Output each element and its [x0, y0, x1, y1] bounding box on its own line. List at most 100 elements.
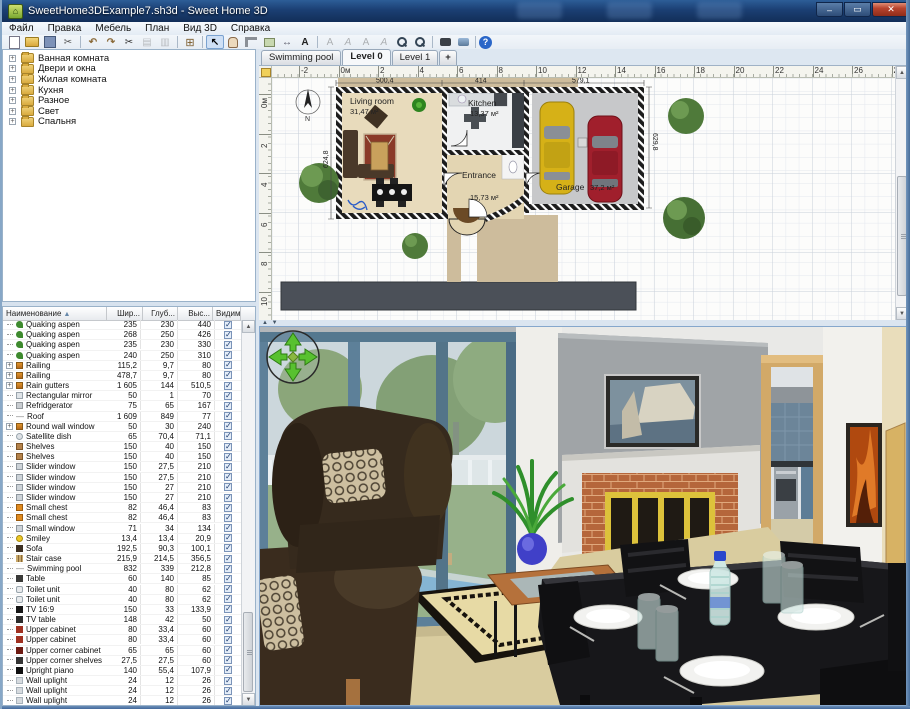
- table-row[interactable]: Satellite dish6570,471,1✓: [3, 432, 241, 442]
- visible-checkbox[interactable]: ✓: [224, 605, 232, 613]
- tab-swimming-pool[interactable]: Swimming pool: [261, 50, 341, 65]
- title-bar[interactable]: ⌂ SweetHome3DExample7.sh3d - Sweet Home …: [2, 0, 910, 22]
- save-file-icon[interactable]: [41, 35, 59, 49]
- scroll-down-icon[interactable]: ▼: [242, 693, 255, 706]
- expand-icon[interactable]: +: [9, 108, 16, 115]
- menu-план[interactable]: План: [138, 23, 176, 35]
- visible-checkbox[interactable]: ✓: [224, 361, 232, 369]
- visible-checkbox[interactable]: ✓: [224, 422, 232, 430]
- table-row[interactable]: Quaking aspen268250426✓: [3, 330, 241, 340]
- column-header-1[interactable]: Шир...: [107, 307, 143, 320]
- pan-icon[interactable]: [224, 35, 242, 49]
- visible-checkbox[interactable]: ✓: [224, 412, 232, 420]
- table-row[interactable]: Upper cabinet8033,460✓: [3, 625, 241, 635]
- table-row[interactable]: Smiley13,413,420,9✓: [3, 534, 241, 544]
- sidebar-category-двери-и-окна[interactable]: +Двери и окна: [3, 64, 255, 75]
- table-row[interactable]: +Railing478,79,780✓: [3, 371, 241, 381]
- scrollbar-thumb[interactable]: [243, 612, 253, 692]
- table-row[interactable]: Refridgerator7565167✓: [3, 401, 241, 411]
- expand-icon[interactable]: +: [9, 55, 16, 62]
- visible-checkbox[interactable]: ✓: [224, 483, 232, 491]
- sidebar-category-спальня[interactable]: +Спальня: [3, 117, 255, 128]
- column-header-3[interactable]: Выс...: [178, 307, 213, 320]
- visible-checkbox[interactable]: ✓: [224, 636, 232, 644]
- menu-мебель[interactable]: Мебель: [88, 23, 138, 35]
- table-row[interactable]: Table6014085✓: [3, 574, 241, 584]
- visible-checkbox[interactable]: ✓: [224, 677, 232, 685]
- menu-правка[interactable]: Правка: [41, 23, 89, 35]
- menu-справка[interactable]: Справка: [224, 23, 277, 35]
- menu-файл[interactable]: Файл: [2, 23, 41, 35]
- table-row[interactable]: Quaking aspen235230440✓: [3, 320, 241, 330]
- table-row[interactable]: Slider window15027,5210✓: [3, 473, 241, 483]
- select-icon[interactable]: ↖: [206, 35, 224, 49]
- create-photo-icon[interactable]: [436, 35, 454, 49]
- visible-checkbox[interactable]: ✓: [224, 443, 232, 451]
- table-row[interactable]: Shelves15040150✓: [3, 442, 241, 452]
- visible-checkbox[interactable]: ✓: [224, 463, 232, 471]
- table-row[interactable]: Wall uplight241226✓: [3, 686, 241, 696]
- table-row[interactable]: Wall uplight241226✓: [3, 696, 241, 706]
- 3d-view[interactable]: [259, 326, 908, 706]
- visible-checkbox[interactable]: ✓: [224, 585, 232, 593]
- visible-checkbox[interactable]: ✓: [224, 534, 232, 542]
- redo-icon[interactable]: ↷: [102, 35, 120, 49]
- table-row[interactable]: Small chest8246,483✓: [3, 513, 241, 523]
- visible-checkbox[interactable]: ✓: [224, 473, 232, 481]
- visible-checkbox[interactable]: ✓: [224, 331, 232, 339]
- table-row[interactable]: —Roof1 60984977✓: [3, 412, 241, 422]
- expand-icon[interactable]: +: [6, 382, 13, 389]
- add-level-tab-button[interactable]: +: [439, 50, 457, 65]
- visible-checkbox[interactable]: ✓: [224, 371, 232, 379]
- sidebar-category-кухня[interactable]: +Кухня: [3, 85, 255, 96]
- visible-checkbox[interactable]: ✓: [224, 616, 232, 624]
- visible-checkbox[interactable]: ✓: [224, 494, 232, 502]
- sidebar-category-ванная-комната[interactable]: +Ванная комната: [3, 53, 255, 64]
- table-row[interactable]: Wall uplight241226✓: [3, 676, 241, 686]
- table-row[interactable]: Upper corner shelves27,527,560✓: [3, 656, 241, 666]
- sidebar-category-разное[interactable]: +Разное: [3, 95, 255, 106]
- create-dimensions-icon[interactable]: ↔: [278, 35, 296, 49]
- expand-icon[interactable]: +: [9, 76, 16, 83]
- create-walls-icon[interactable]: [242, 35, 260, 49]
- sidebar-category-жилая-комната[interactable]: +Жилая комната: [3, 74, 255, 85]
- open-file-icon[interactable]: [23, 35, 41, 49]
- table-row[interactable]: Quaking aspen240250310✓: [3, 351, 241, 361]
- table-row[interactable]: +Round wall window5030240✓: [3, 422, 241, 432]
- visible-checkbox[interactable]: ✓: [224, 595, 232, 603]
- table-row[interactable]: Slider window15027210✓: [3, 493, 241, 503]
- visible-checkbox[interactable]: ✓: [224, 351, 232, 359]
- visible-checkbox[interactable]: ✓: [224, 321, 232, 329]
- help-icon[interactable]: ?: [479, 36, 492, 49]
- visible-checkbox[interactable]: ✓: [224, 544, 232, 552]
- visible-checkbox[interactable]: ✓: [224, 646, 232, 654]
- table-row[interactable]: Slider window15027210✓: [3, 483, 241, 493]
- table-row[interactable]: Upright piano14055,4107,9✓: [3, 666, 241, 676]
- column-header-2[interactable]: Глуб...: [143, 307, 178, 320]
- visible-checkbox[interactable]: ✓: [224, 382, 232, 390]
- preferences-icon[interactable]: ✂: [59, 35, 77, 49]
- table-row[interactable]: Shelves15040150✓: [3, 452, 241, 462]
- expand-icon[interactable]: +: [6, 372, 13, 379]
- close-button[interactable]: ✕: [872, 2, 910, 17]
- expand-icon[interactable]: +: [9, 118, 16, 125]
- add-furniture-icon[interactable]: ⊞: [181, 35, 199, 49]
- table-row[interactable]: Quaking aspen235230330✓: [3, 340, 241, 350]
- expand-icon[interactable]: +: [9, 97, 16, 104]
- visible-checkbox[interactable]: ✓: [224, 666, 232, 674]
- visible-checkbox[interactable]: ✓: [224, 626, 232, 634]
- furniture-catalog-tree[interactable]: +Ванная комната+Двери и окна+Жилая комна…: [2, 49, 256, 302]
- table-row[interactable]: TV table1484250✓: [3, 615, 241, 625]
- visible-checkbox[interactable]: ✓: [224, 656, 232, 664]
- table-row[interactable]: Upper corner cabinet656560✓: [3, 646, 241, 656]
- table-row[interactable]: Rectangular mirror50170✓: [3, 391, 241, 401]
- expand-icon[interactable]: +: [6, 362, 13, 369]
- visible-checkbox[interactable]: ✓: [224, 432, 232, 440]
- menu-вид-3d[interactable]: Вид 3D: [176, 23, 224, 35]
- expand-icon[interactable]: +: [6, 423, 13, 430]
- table-row[interactable]: —Swimming pool832339212,8✓: [3, 564, 241, 574]
- column-header-4[interactable]: Видимо...: [213, 307, 241, 320]
- table-row[interactable]: TV 16:915033133,9✓: [3, 605, 241, 615]
- scroll-up-icon[interactable]: ▲: [242, 320, 255, 333]
- table-row[interactable]: Small chest8246,483✓: [3, 503, 241, 513]
